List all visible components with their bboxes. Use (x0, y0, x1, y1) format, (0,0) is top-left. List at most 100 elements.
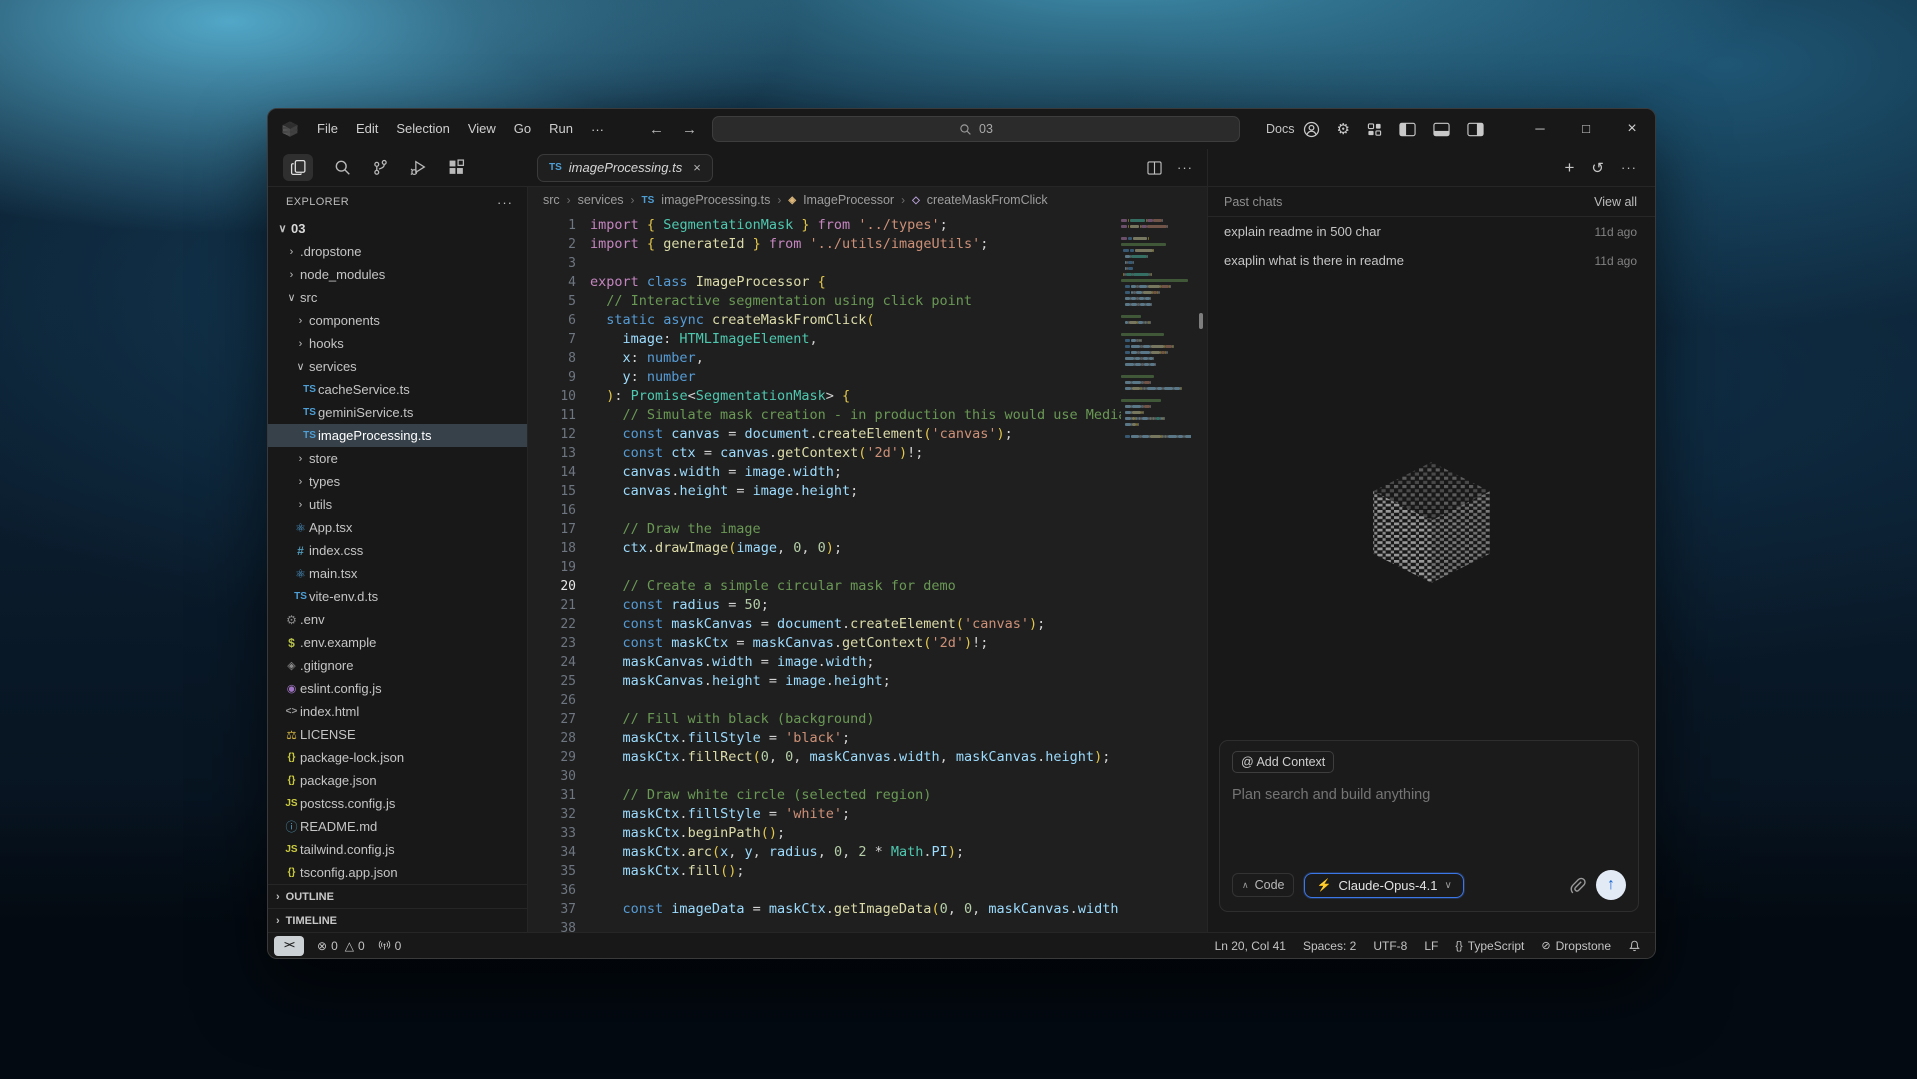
code-content[interactable]: import { SegmentationMask } from '../typ… (590, 213, 1121, 932)
tree-file-tsconfig-app-json[interactable]: {}tsconfig.app.json (268, 861, 527, 884)
toggle-panel-icon[interactable] (1433, 122, 1450, 137)
extensions-icon[interactable] (448, 159, 465, 176)
breadcrumb-item[interactable]: imageProcessing.ts (661, 193, 770, 207)
tree-folder-components[interactable]: ›components (268, 309, 527, 332)
tree-file--gitignore[interactable]: ◈.gitignore (268, 654, 527, 677)
chat-history-icon[interactable]: ↺ (1591, 159, 1604, 177)
chevron-right-icon: › (292, 338, 309, 350)
tree-folder-utils[interactable]: ›utils (268, 493, 527, 516)
explorer-more-icon[interactable]: ··· (497, 195, 513, 210)
send-button[interactable]: ↑ (1596, 870, 1626, 900)
chat-input-card[interactable]: @ Add Context Plan search and build anyt… (1219, 740, 1639, 912)
account-icon[interactable] (1303, 121, 1320, 138)
new-chat-icon[interactable]: + (1564, 158, 1574, 178)
ports-indicator[interactable]: 0 (378, 939, 402, 953)
add-context-button[interactable]: @ Add Context (1232, 751, 1334, 773)
tree-file-vite-env-d-ts[interactable]: TSvite-env.d.ts (268, 585, 527, 608)
chat-history-item[interactable]: exaplin what is there in readme11d ago (1208, 246, 1655, 275)
editor-more-icon[interactable]: ··· (1177, 160, 1193, 175)
run-debug-icon[interactable] (410, 159, 427, 176)
tree-folder-src[interactable]: ∨src (268, 286, 527, 309)
chat-input-placeholder[interactable]: Plan search and build anything (1232, 787, 1626, 803)
attach-paperclip-icon[interactable] (1569, 877, 1586, 894)
breadcrumb-item[interactable]: src (543, 193, 560, 207)
status-utf-8[interactable]: UTF-8 (1373, 939, 1407, 953)
tree-file-index-html[interactable]: <>index.html (268, 700, 527, 723)
sidebar-section-timeline[interactable]: ›TIMELINE (268, 908, 527, 932)
status-spaces-2[interactable]: Spaces: 2 (1303, 939, 1356, 953)
command-center-search[interactable]: 03 (712, 116, 1240, 142)
menu-view[interactable]: View (459, 109, 505, 149)
minimize-button[interactable]: ─ (1517, 109, 1563, 149)
nav-back-button[interactable]: ← (646, 121, 667, 138)
view-all-link[interactable]: View all (1594, 195, 1637, 209)
customize-layout-icon[interactable] (1367, 122, 1382, 137)
status-dropstone[interactable]: ⊘Dropstone (1541, 939, 1611, 953)
split-editor-icon[interactable] (1147, 161, 1162, 175)
menu-selection[interactable]: Selection (387, 109, 458, 149)
breadcrumb-item[interactable]: services (578, 193, 624, 207)
breadcrumb-item[interactable]: createMaskFromClick (927, 193, 1048, 207)
notifications-bell-icon[interactable] (1628, 939, 1641, 952)
explorer-files-icon[interactable] (283, 154, 313, 181)
remote-indicator[interactable]: >< (274, 936, 304, 956)
tree-file-main-tsx[interactable]: ⚛main.tsx (268, 562, 527, 585)
tree-file-tailwind-config-js[interactable]: JStailwind.config.js (268, 838, 527, 861)
minimap-line (1121, 231, 1191, 234)
model-selector[interactable]: ⚡ Claude-Opus-4.1 ∨ (1304, 873, 1463, 898)
toggle-primary-sidebar-icon[interactable] (1399, 122, 1416, 137)
menu-more-button[interactable]: ··· (582, 122, 613, 137)
maximize-button[interactable]: □ (1563, 109, 1609, 149)
problems-errors[interactable]: ⊗ 0 (317, 939, 338, 953)
tree-folder-03[interactable]: ∨03 (268, 217, 527, 240)
tree-file-eslint-config-js[interactable]: ◉eslint.config.js (268, 677, 527, 700)
toggle-secondary-sidebar-icon[interactable] (1467, 122, 1484, 137)
menu-file[interactable]: File (308, 109, 347, 149)
sidebar-section-outline[interactable]: ›OUTLINE (268, 884, 527, 908)
tree-folder-node-modules[interactable]: ›node_modules (268, 263, 527, 286)
settings-gear-icon[interactable]: ⚙ (1337, 120, 1350, 138)
mode-selector[interactable]: ∧ Code (1232, 873, 1294, 897)
breadcrumb-item[interactable]: ImageProcessor (803, 193, 894, 207)
problems-warnings[interactable]: △ 0 (345, 939, 365, 953)
tree-item-label: eslint.config.js (300, 681, 382, 696)
tree-file-app-tsx[interactable]: ⚛App.tsx (268, 516, 527, 539)
chat-history-item[interactable]: explain readme in 500 char11d ago (1208, 217, 1655, 246)
tree-file-readme-md[interactable]: ⓘREADME.md (268, 815, 527, 838)
status-ln-20-col-41[interactable]: Ln 20, Col 41 (1215, 939, 1286, 953)
tree-file-cacheservice-ts[interactable]: TScacheService.ts (268, 378, 527, 401)
tree-file-index-css[interactable]: #index.css (268, 539, 527, 562)
tree-folder-services[interactable]: ∨services (268, 355, 527, 378)
tree-file-package-lock-json[interactable]: {}package-lock.json (268, 746, 527, 769)
menu-go[interactable]: Go (505, 109, 540, 149)
status-typescript[interactable]: {}TypeScript (1455, 939, 1524, 953)
tree-file-geminiservice-ts[interactable]: TSgeminiService.ts (268, 401, 527, 424)
tree-file--env[interactable]: ⚙.env (268, 608, 527, 631)
editor-scrollbar[interactable] (1195, 213, 1207, 932)
code-editor[interactable]: 1234567891011121314151617181920212223242… (528, 213, 1207, 932)
menu-run[interactable]: Run (540, 109, 582, 149)
tree-folder--dropstone[interactable]: ›.dropstone (268, 240, 527, 263)
search-activity-icon[interactable] (334, 159, 351, 176)
tree-folder-store[interactable]: ›store (268, 447, 527, 470)
tree-file-license[interactable]: ⚖LICENSE (268, 723, 527, 746)
tree-file-postcss-config-js[interactable]: JSpostcss.config.js (268, 792, 527, 815)
menu-edit[interactable]: Edit (347, 109, 387, 149)
tree-file-package-json[interactable]: {}package.json (268, 769, 527, 792)
line-number: 29 (528, 748, 576, 767)
tree-folder-types[interactable]: ›types (268, 470, 527, 493)
status-lf[interactable]: LF (1424, 939, 1438, 953)
chat-more-icon[interactable]: ··· (1621, 160, 1637, 175)
nav-forward-button[interactable]: → (679, 121, 700, 138)
breadcrumb-separator: › (631, 193, 635, 207)
close-button[interactable]: × (1609, 109, 1655, 149)
tab-close-icon[interactable]: × (693, 160, 701, 175)
tree-file--env-example[interactable]: $.env.example (268, 631, 527, 654)
docs-button[interactable]: Docs (1266, 122, 1294, 136)
minimap[interactable] (1121, 213, 1195, 932)
tree-file-imageprocessing-ts[interactable]: TSimageProcessing.ts (268, 424, 527, 447)
tree-folder-hooks[interactable]: ›hooks (268, 332, 527, 355)
source-control-icon[interactable] (372, 159, 389, 176)
tree-item-label: index.html (300, 704, 359, 719)
tab-imageprocessing[interactable]: TS imageProcessing.ts × (537, 154, 713, 182)
